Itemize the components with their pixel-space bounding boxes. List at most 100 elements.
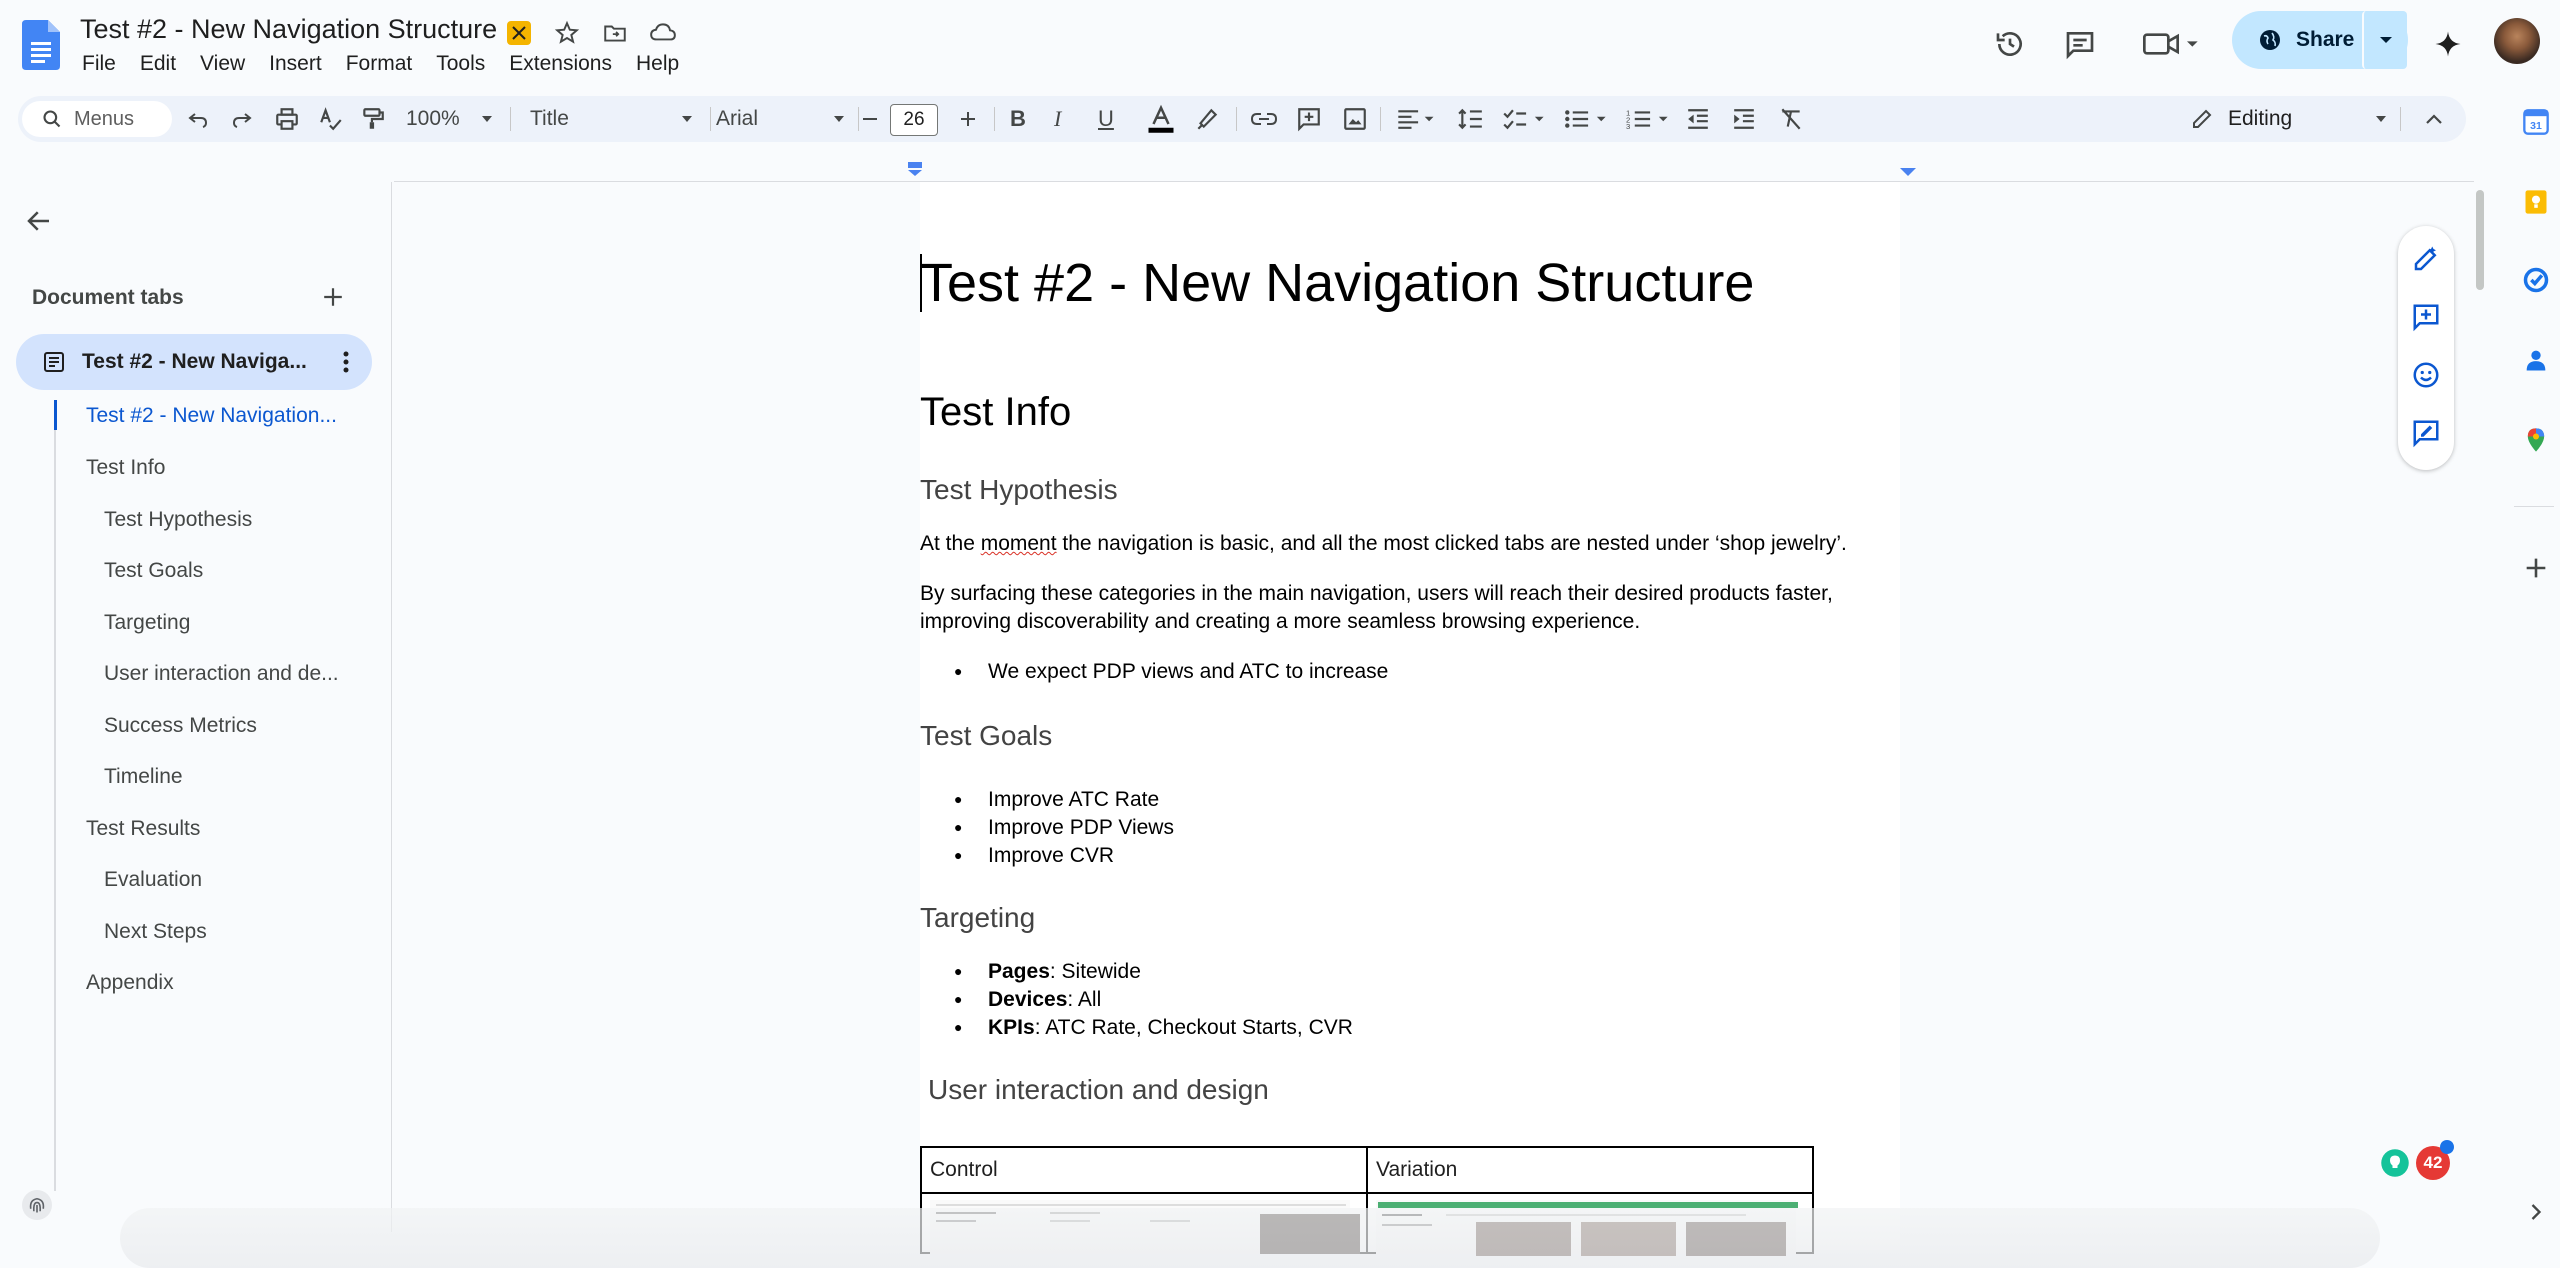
- tasks-icon[interactable]: [2522, 266, 2550, 294]
- undo-icon[interactable]: [186, 96, 210, 142]
- outline-item-user-interaction[interactable]: User interaction and de...: [104, 662, 339, 686]
- align-left-icon[interactable]: [1396, 96, 1438, 142]
- outline-item-timeline[interactable]: Timeline: [104, 765, 183, 789]
- hypothesis-paragraph-2[interactable]: By surfacing these categories in the mai…: [920, 580, 1860, 636]
- table-header-control[interactable]: Control: [920, 1146, 1368, 1194]
- outline-item-test-goals[interactable]: Test Goals: [104, 559, 203, 583]
- zoom-select[interactable]: 100%: [406, 96, 494, 142]
- outline-item-evaluation[interactable]: Evaluation: [104, 868, 202, 892]
- menu-view[interactable]: View: [188, 50, 257, 78]
- menu-edit[interactable]: Edit: [128, 50, 188, 78]
- gemini-sparkle-icon[interactable]: [2426, 22, 2470, 66]
- hypothesis-paragraph-1[interactable]: At the moment the navigation is basic, a…: [920, 530, 1880, 558]
- targeting-item[interactable]: KPIs: ATC Rate, Checkout Starts, CVR: [954, 1016, 1353, 1040]
- move-folder-icon[interactable]: [598, 16, 632, 50]
- targeting-item[interactable]: Devices: All: [954, 988, 1101, 1012]
- scrollbar-thumb[interactable]: [2476, 190, 2484, 290]
- add-comment-icon[interactable]: [1296, 96, 1322, 142]
- add-tab-button[interactable]: [318, 282, 348, 312]
- vertical-scrollbar[interactable]: [2472, 182, 2488, 1250]
- cloud-saved-icon[interactable]: [646, 16, 680, 50]
- version-history-icon[interactable]: [1988, 22, 2032, 66]
- outline-item-test-info[interactable]: Test Info: [86, 456, 165, 480]
- goal-item[interactable]: Improve PDP Views: [954, 816, 1174, 840]
- line-spacing-icon[interactable]: [1458, 96, 1484, 142]
- heading-targeting[interactable]: Targeting: [920, 902, 1035, 934]
- insert-link-icon[interactable]: [1250, 96, 1278, 142]
- font-size-input[interactable]: 26: [890, 104, 938, 136]
- paragraph-style-select[interactable]: Title: [530, 96, 694, 142]
- goal-item[interactable]: Improve ATC Rate: [954, 788, 1159, 812]
- document-page[interactable]: Test #2 - New Navigation Structure Test …: [920, 182, 1900, 1256]
- font-family-select[interactable]: Arial: [716, 96, 846, 142]
- numbered-list-icon[interactable]: 123: [1626, 96, 1672, 142]
- heading-test-goals[interactable]: Test Goals: [920, 720, 1052, 752]
- outline-item-title[interactable]: Test #2 - New Navigation...: [86, 404, 337, 428]
- maps-icon[interactable]: [2522, 426, 2550, 454]
- menu-extensions[interactable]: Extensions: [497, 50, 624, 78]
- decrease-indent-icon[interactable]: [1686, 96, 1710, 142]
- editing-mode-select[interactable]: Editing: [2190, 96, 2388, 142]
- fingerprint-icon[interactable]: [22, 1190, 52, 1220]
- extension-badge-icon[interactable]: [502, 16, 536, 50]
- menu-help[interactable]: Help: [624, 50, 691, 78]
- back-arrow-icon[interactable]: [24, 206, 54, 236]
- menu-tools[interactable]: Tools: [424, 50, 497, 78]
- menu-file[interactable]: File: [70, 50, 128, 78]
- heading-test-info[interactable]: Test Info: [920, 390, 1071, 435]
- outline-item-success-metrics[interactable]: Success Metrics: [104, 714, 257, 738]
- menu-insert[interactable]: Insert: [257, 50, 334, 78]
- spellcheck-icon[interactable]: [318, 96, 344, 142]
- more-options-icon[interactable]: [342, 350, 350, 374]
- goal-item[interactable]: Improve CVR: [954, 844, 1114, 868]
- text-color-icon[interactable]: [1146, 96, 1176, 142]
- bold-icon[interactable]: B: [1010, 96, 1026, 142]
- contacts-icon[interactable]: [2522, 346, 2550, 374]
- heading-test-hypothesis[interactable]: Test Hypothesis: [920, 474, 1118, 506]
- calendar-icon[interactable]: 31: [2522, 108, 2550, 136]
- paint-format-icon[interactable]: [360, 96, 386, 142]
- italic-icon[interactable]: I: [1054, 96, 1061, 142]
- docs-logo-icon[interactable]: [22, 20, 60, 70]
- targeting-item[interactable]: Pages: Sitewide: [954, 960, 1141, 984]
- insert-image-icon[interactable]: [1342, 96, 1368, 142]
- meet-icon[interactable]: [2136, 22, 2206, 66]
- writing-assistant-badge[interactable]: 42: [2380, 1140, 2454, 1184]
- add-addon-icon[interactable]: [2522, 554, 2550, 582]
- keep-icon[interactable]: [2522, 188, 2550, 216]
- outline-item-next-steps[interactable]: Next Steps: [104, 920, 207, 944]
- expand-panel-icon[interactable]: [2522, 1198, 2550, 1226]
- comments-icon[interactable]: [2058, 22, 2102, 66]
- search-menus-input[interactable]: Menus: [22, 101, 172, 137]
- underline-icon[interactable]: U: [1098, 96, 1114, 142]
- emoji-reaction-icon[interactable]: [2411, 360, 2441, 390]
- bulleted-list-icon[interactable]: [1564, 96, 1610, 142]
- misspelled-word[interactable]: moment: [981, 532, 1057, 555]
- doc-title-heading[interactable]: Test #2 - New Navigation Structure: [920, 252, 1754, 314]
- redo-icon[interactable]: [230, 96, 254, 142]
- heading-user-interaction[interactable]: User interaction and design: [928, 1074, 1269, 1106]
- decrease-font-size-button[interactable]: [860, 96, 880, 142]
- increase-indent-icon[interactable]: [1732, 96, 1756, 142]
- table-header-variation[interactable]: Variation: [1366, 1146, 1814, 1194]
- outline-item-targeting[interactable]: Targeting: [104, 611, 190, 635]
- collapse-menus-icon[interactable]: [2424, 96, 2444, 142]
- menu-format[interactable]: Format: [334, 50, 425, 78]
- add-comment-icon[interactable]: [2411, 302, 2441, 332]
- hypothesis-bullet[interactable]: We expect PDP views and ATC to increase: [954, 660, 1388, 684]
- outline-item-appendix[interactable]: Appendix: [86, 971, 174, 995]
- avatar[interactable]: [2494, 18, 2540, 64]
- increase-font-size-button[interactable]: [958, 96, 978, 142]
- outline-item-test-hypothesis[interactable]: Test Hypothesis: [104, 508, 252, 532]
- active-document-tab[interactable]: Test #2 - New Naviga...: [16, 334, 372, 390]
- checklist-icon[interactable]: [1502, 96, 1548, 142]
- ruler[interactable]: [394, 160, 2474, 182]
- highlight-color-icon[interactable]: [1194, 96, 1220, 142]
- document-title[interactable]: Test #2 - New Navigation Structure: [80, 14, 497, 45]
- outline-item-test-results[interactable]: Test Results: [86, 817, 200, 841]
- star-icon[interactable]: [550, 16, 584, 50]
- clear-formatting-icon[interactable]: [1778, 96, 1804, 142]
- suggest-edits-icon[interactable]: [2411, 418, 2441, 448]
- edit-suggest-icon[interactable]: [2411, 244, 2441, 274]
- print-icon[interactable]: [274, 96, 300, 142]
